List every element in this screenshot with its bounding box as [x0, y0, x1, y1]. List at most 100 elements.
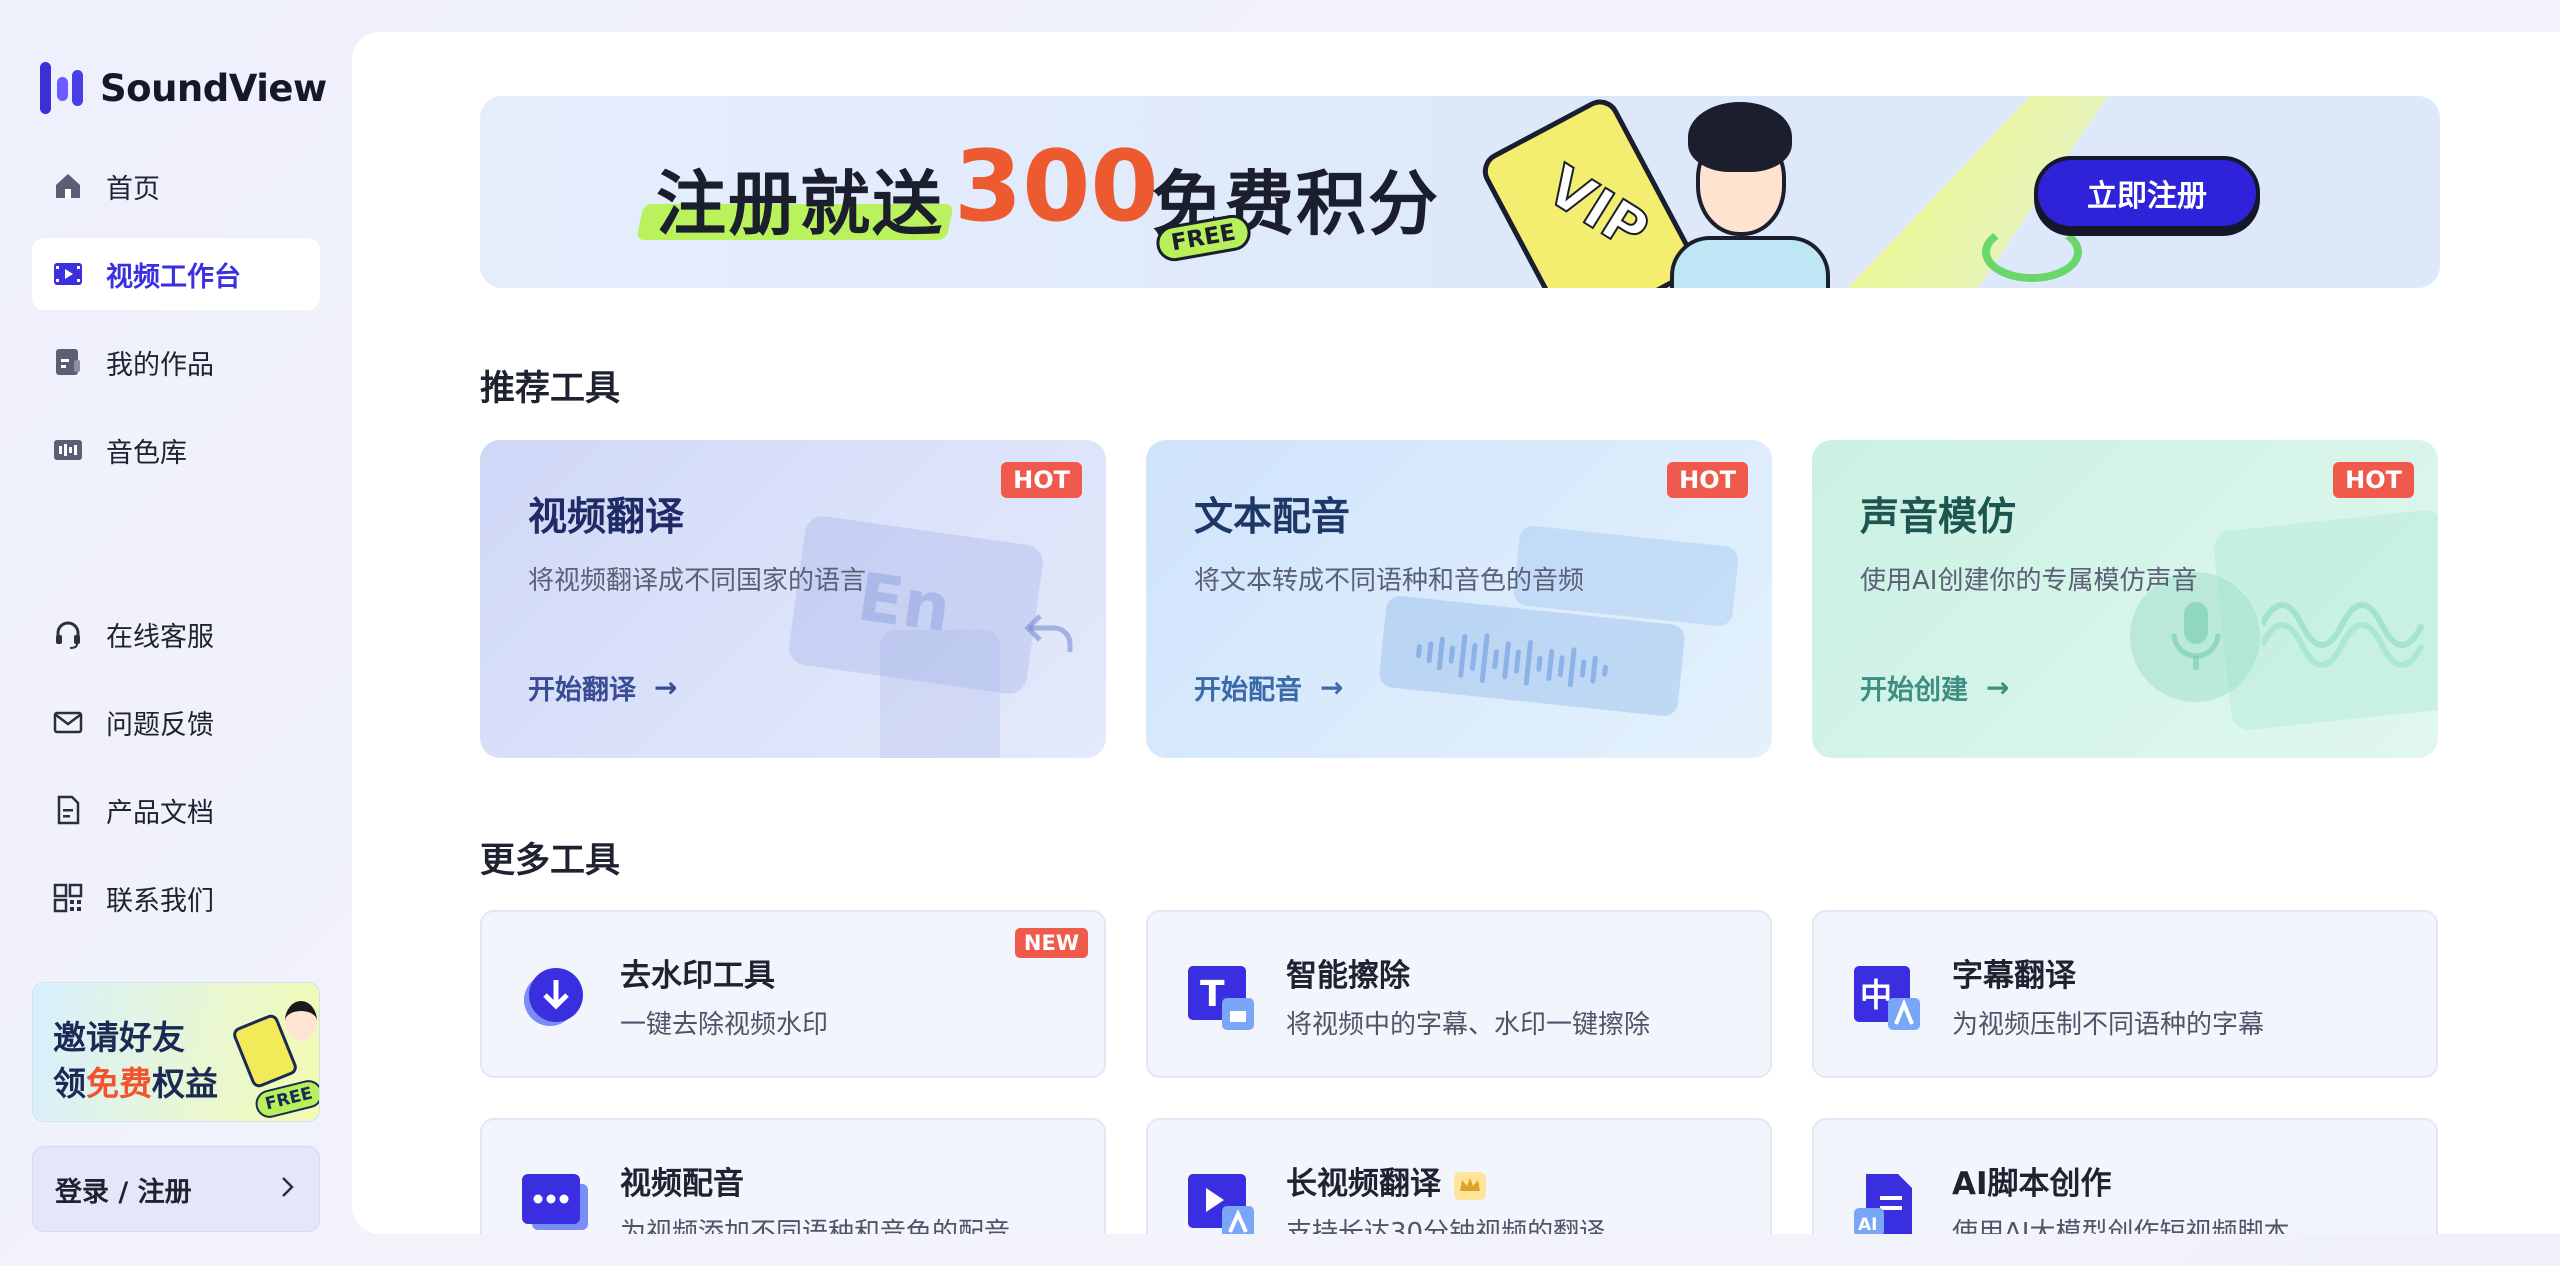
tool-description: 为视频压制不同语种的字幕	[1952, 1010, 2265, 1040]
logo-text: SoundView	[100, 66, 327, 110]
person-illustration	[285, 1001, 317, 1041]
sidebar-item-online-support[interactable]: 在线客服	[32, 598, 320, 670]
sidebar-item-label: 首页	[106, 173, 160, 205]
premium-crown-icon	[1453, 1171, 1487, 1201]
card-title: 视频翻译	[528, 495, 685, 540]
qr-code-icon	[52, 882, 84, 914]
person-hair-illustration	[1688, 102, 1792, 172]
logo[interactable]: SoundView	[38, 60, 327, 116]
card-description: 将视频翻译成不同国家的语言	[528, 566, 867, 596]
sidebar-item-voice-library[interactable]: 音色库	[32, 414, 320, 486]
invite-line-2: 领免费权益	[53, 1064, 218, 1103]
sidebar-item-video-workbench[interactable]: 视频工作台	[32, 238, 320, 310]
tool-description: 为视频添加不同语种和音色的配音	[620, 1218, 1011, 1234]
long-video-translate-card[interactable]: 长视频翻译 支持长达30分钟视频的翻译	[1146, 1118, 1772, 1234]
undo-arrow-icon	[1020, 600, 1080, 664]
banner-headline-number: 300	[954, 130, 1159, 244]
new-badge: NEW	[1014, 928, 1088, 958]
tool-description: 一键去除视频水印	[620, 1010, 829, 1040]
sidebar-item-label: 产品文档	[106, 797, 214, 829]
promo-banner[interactable]: 注册就送 300 免费积分 FREE VIP 立即注册	[480, 96, 2440, 288]
download-icon	[520, 962, 590, 1032]
sidebar-item-my-works[interactable]: 我的作品	[32, 326, 320, 398]
sidebar-item-contact[interactable]: 联系我们	[32, 862, 320, 934]
text-to-speech-card[interactable]: 文本配音 将文本转成不同语种和音色的音频 开始配音 → HOT	[1146, 440, 1772, 758]
tool-title: 长视频翻译	[1286, 1158, 1487, 1203]
mail-icon	[52, 706, 84, 738]
register-now-label: 立即注册	[2087, 179, 2207, 214]
sidebar-item-label: 音色库	[106, 437, 187, 469]
logo-icon	[38, 60, 88, 116]
card-description: 使用AI创建你的专属模仿声音	[1860, 566, 2198, 596]
video-translate-card[interactable]: En 视频翻译 将视频翻译成不同国家的语言 开始翻译 → HOT	[480, 440, 1106, 758]
svg-text:中: 中	[1860, 976, 1892, 1014]
svg-text:T: T	[1200, 974, 1225, 1015]
svg-text:AI: AI	[1858, 1215, 1877, 1234]
sidebar-nav-support: 在线客服 问题反馈 产品文档 联系我们	[32, 598, 320, 950]
main-panel: 注册就送 300 免费积分 FREE VIP 立即注册 推荐工具 En 视频翻译…	[352, 32, 2560, 1234]
chat-bubble-icon	[520, 1170, 590, 1234]
tool-title: 视频配音	[620, 1166, 744, 1202]
more-tools-title: 更多工具	[480, 841, 621, 881]
sidebar-item-label: 问题反馈	[106, 709, 214, 741]
film-decoration	[880, 630, 1000, 758]
start-dubbing-link[interactable]: 开始配音 →	[1194, 668, 1343, 707]
video-dubbing-card[interactable]: 视频配音 为视频添加不同语种和音色的配音	[480, 1118, 1106, 1234]
home-icon	[52, 170, 84, 202]
sidebar-item-label: 我的作品	[106, 349, 214, 381]
tool-description: 支持长达30分钟视频的翻译	[1286, 1218, 1606, 1234]
ai-script-card[interactable]: AI AI脚本创作 使用AI大模型创作短视频脚本	[1812, 1118, 2438, 1234]
arrow-right-icon: →	[1986, 671, 2010, 704]
banner-headline-a: 注册就送	[656, 163, 944, 245]
voice-library-icon	[52, 434, 84, 466]
app-root: SoundView 首页 视频工作台 我的作品 音色库 在线客服 问题反馈 产品…	[0, 0, 2560, 1266]
sidebar-item-home[interactable]: 首页	[32, 150, 320, 222]
arrow-right-icon: →	[1320, 671, 1344, 704]
subtitle-translate-icon: 中	[1852, 962, 1922, 1032]
hot-badge: HOT	[1667, 462, 1748, 498]
tool-description: 将视频中的字幕、水印一键擦除	[1286, 1010, 1651, 1040]
tool-title: 智能擦除	[1286, 958, 1410, 994]
sidebar-item-docs[interactable]: 产品文档	[32, 774, 320, 846]
tool-description: 使用AI大模型创作短视频脚本	[1952, 1218, 2290, 1234]
watermark-remover-card[interactable]: 去水印工具 一键去除视频水印 NEW	[480, 910, 1106, 1078]
hot-badge: HOT	[2333, 462, 2414, 498]
sidebar-item-label: 联系我们	[106, 885, 214, 917]
sound-wave-decoration	[2259, 580, 2432, 674]
arrow-right-icon: →	[654, 671, 678, 704]
tool-title: 去水印工具	[620, 958, 775, 994]
squiggle-decoration	[1982, 222, 2082, 282]
chevron-right-icon	[277, 1173, 297, 1205]
tool-title: 字幕翻译	[1952, 958, 2076, 994]
microphone-icon	[2168, 598, 2224, 682]
login-register-button[interactable]: 登录 / 注册	[32, 1146, 320, 1232]
card-title: 文本配音	[1194, 495, 1351, 540]
sidebar-nav-main: 首页 视频工作台 我的作品 音色库	[32, 150, 320, 502]
headset-icon	[52, 618, 84, 650]
start-translate-link[interactable]: 开始翻译 →	[528, 668, 677, 707]
invite-friends-banner[interactable]: 邀请好友 领免费权益 FREE	[32, 982, 320, 1122]
document-icon	[52, 346, 84, 378]
card-description: 将文本转成不同语种和音色的音频	[1194, 566, 1585, 596]
sidebar-item-label: 视频工作台	[106, 261, 241, 293]
voice-clone-card[interactable]: 声音模仿 使用AI创建你的专属模仿声音 开始创建 → HOT	[1812, 440, 2438, 758]
video-icon	[52, 258, 84, 290]
file-icon	[52, 794, 84, 826]
person-body-illustration	[1670, 236, 1830, 288]
sidebar-item-label: 在线客服	[106, 621, 214, 653]
tool-title: AI脚本创作	[1952, 1166, 2112, 1202]
card-title: 声音模仿	[1860, 495, 2017, 540]
subtitle-translate-card[interactable]: 中 字幕翻译 为视频压制不同语种的字幕	[1812, 910, 2438, 1078]
login-register-label: 登录 / 注册	[55, 1176, 192, 1208]
start-create-link[interactable]: 开始创建 →	[1860, 668, 2009, 707]
invite-line-1: 邀请好友	[53, 1018, 185, 1057]
register-now-button[interactable]: 立即注册	[2034, 156, 2260, 230]
hot-badge: HOT	[1001, 462, 1082, 498]
vip-card-illustration: VIP	[1475, 96, 1703, 288]
sidebar: SoundView 首页 视频工作台 我的作品 音色库 在线客服 问题反馈 产品…	[0, 0, 352, 1266]
smart-erase-card[interactable]: T 智能擦除 将视频中的字幕、水印一键擦除	[1146, 910, 1772, 1078]
ai-script-icon: AI	[1852, 1170, 1922, 1234]
sidebar-item-feedback[interactable]: 问题反馈	[32, 686, 320, 758]
erase-text-icon: T	[1186, 962, 1256, 1032]
recommended-tools-title: 推荐工具	[480, 369, 621, 409]
